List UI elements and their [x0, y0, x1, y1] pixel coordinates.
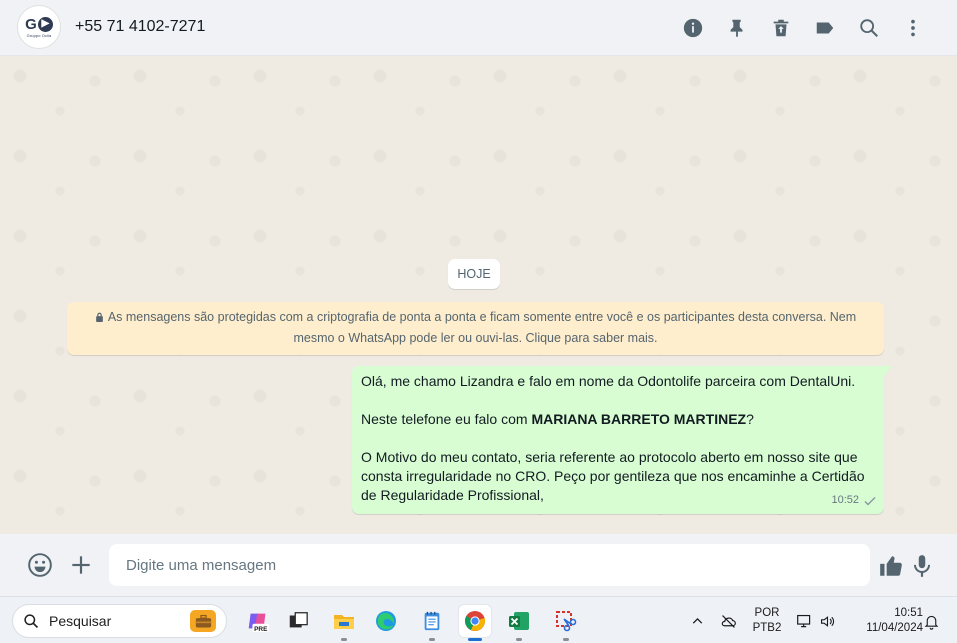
thumbs-up-icon[interactable]: [876, 551, 906, 581]
avatar-brand: Gruppo Ocila: [26, 32, 52, 38]
message-composer: [0, 534, 957, 596]
contact-avatar[interactable]: G ▶ Gruppo Ocila: [17, 5, 61, 49]
taskbar-search[interactable]: Pesquisar: [12, 604, 227, 638]
contact-name[interactable]: +55 71 4102-7271: [75, 18, 205, 36]
clock[interactable]: 10:51 11/04/2024: [845, 606, 923, 636]
language-indicator[interactable]: POR PTB2: [752, 606, 782, 636]
file-explorer-icon[interactable]: [328, 605, 360, 637]
network-icon[interactable]: [794, 611, 814, 631]
info-icon[interactable]: [671, 12, 715, 44]
message-line: Olá, me chamo Lizandra e falo em nome da…: [361, 373, 856, 389]
volume-icon[interactable]: [817, 611, 837, 631]
message-time: 10:52: [831, 494, 859, 506]
outgoing-message[interactable]: Olá, me chamo Lizandra e falo em nome da…: [352, 366, 892, 514]
message-meta: 10:52: [831, 491, 876, 510]
notification-bell-icon[interactable]: [921, 611, 941, 631]
notepad-icon[interactable]: [416, 605, 448, 637]
search-icon: [24, 613, 39, 628]
menu-icon[interactable]: [891, 12, 935, 44]
message-line: Neste telefone eu falo com MARIANA BARRE…: [361, 411, 754, 427]
label-icon[interactable]: [803, 12, 847, 44]
chrome-icon[interactable]: [459, 605, 491, 637]
microphone-icon[interactable]: [907, 551, 937, 581]
emoji-icon[interactable]: [25, 550, 55, 580]
windows-taskbar: Pesquisar PRE POR PTB2 10:51 11/04/2024: [0, 596, 957, 643]
excel-icon[interactable]: [503, 605, 535, 637]
chat-header: G ▶ Gruppo Ocila +55 71 4102-7271: [0, 0, 957, 56]
copilot-badge: PRE: [254, 626, 268, 633]
message-line: O Motivo do meu contato, seria referente…: [361, 449, 865, 503]
header-actions: [671, 12, 935, 44]
briefcase-icon[interactable]: [190, 610, 216, 632]
encryption-notice-text: As mensagens são protegidas com a cripto…: [107, 310, 857, 345]
delete-icon[interactable]: [759, 12, 803, 44]
language-code: POR: [754, 607, 780, 619]
copilot-icon[interactable]: PRE: [242, 605, 274, 637]
pin-icon[interactable]: [715, 12, 759, 44]
lock-icon: [95, 312, 103, 322]
clock-time: 10:51: [894, 607, 923, 619]
search-icon[interactable]: [847, 12, 891, 44]
chat-area[interactable]: HOJE As mensagens são protegidas com a c…: [0, 56, 957, 534]
cloud-off-icon[interactable]: [718, 611, 738, 631]
snipping-tool-icon[interactable]: [550, 605, 582, 637]
clock-date: 11/04/2024: [866, 622, 923, 634]
taskbar-search-label: Pesquisar: [49, 613, 112, 629]
task-view-icon[interactable]: [282, 605, 314, 637]
message-input[interactable]: [109, 544, 870, 586]
date-divider: HOJE: [448, 259, 500, 289]
single-check-icon: [864, 496, 876, 505]
keyboard-layout: PTB2: [752, 622, 782, 634]
edge-icon[interactable]: [370, 605, 402, 637]
contact-fullname: MARIANA BARRETO MARTINEZ: [531, 411, 747, 427]
attach-plus-icon[interactable]: [66, 550, 96, 580]
avatar-logo: G ▶: [25, 16, 53, 32]
encryption-notice[interactable]: As mensagens são protegidas com a cripto…: [67, 302, 884, 355]
chevron-up-icon[interactable]: [687, 611, 707, 631]
